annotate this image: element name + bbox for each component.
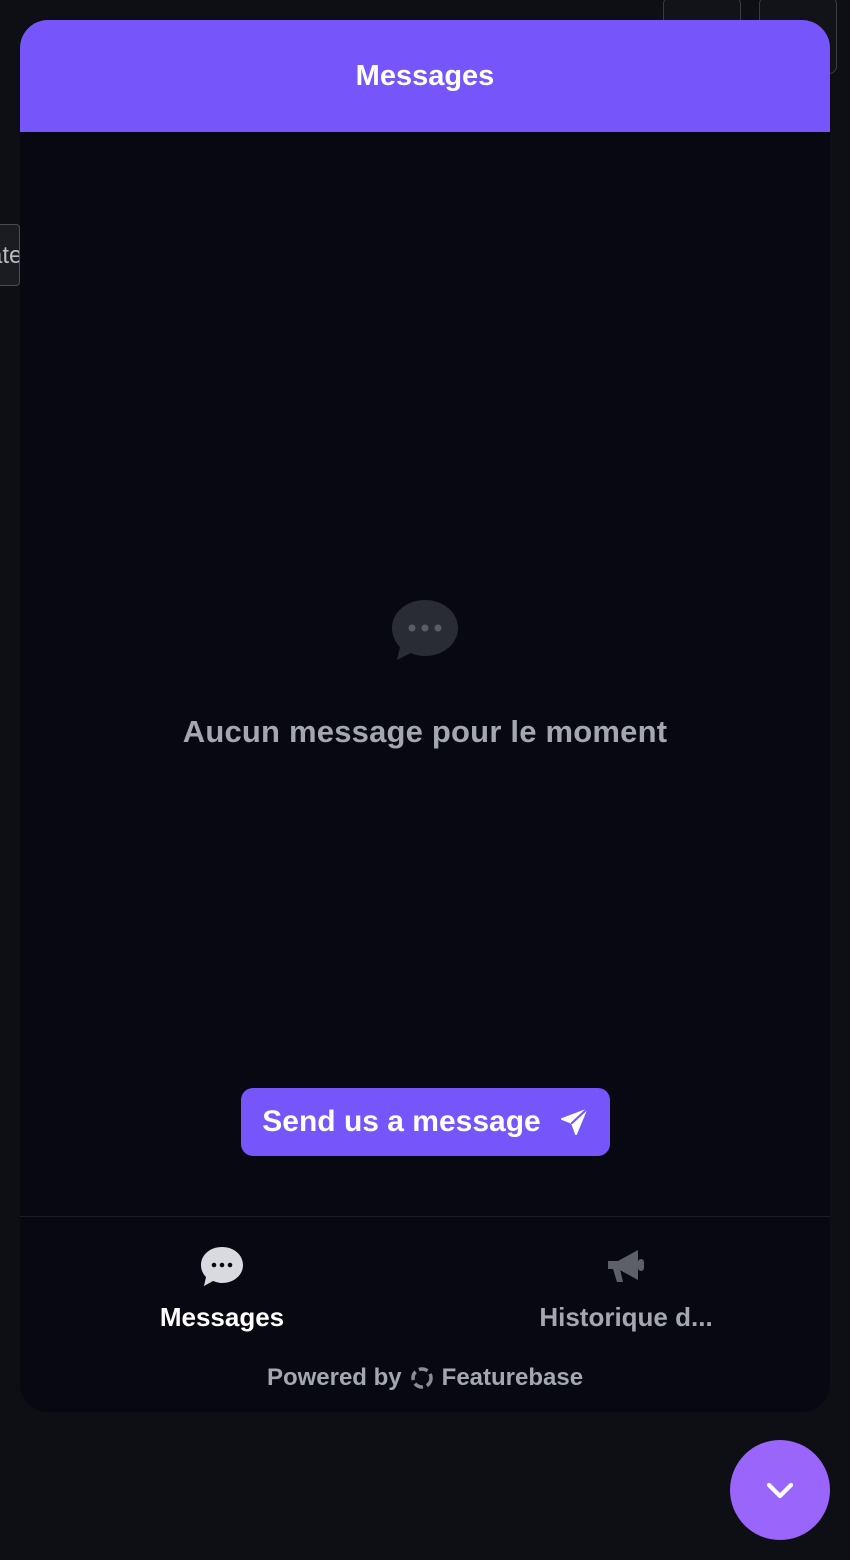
- megaphone-icon: [608, 1250, 644, 1282]
- background-tab-label: ate: [0, 242, 19, 269]
- tab-messages-label: Messages: [159, 1302, 285, 1332]
- widget-title: Messages: [355, 59, 495, 92]
- tab-history-label: Historique d...: [539, 1302, 713, 1332]
- chevron-down-icon: [766, 1482, 794, 1499]
- empty-state-text: Aucun message pour le moment: [182, 714, 668, 749]
- powered-by[interactable]: Powered by Featurebase: [20, 1364, 830, 1392]
- tab-history[interactable]: Historique d...: [476, 1246, 776, 1333]
- widget-header: Messages: [20, 20, 830, 132]
- messages-widget: Messages Aucun message pour le moment Se…: [20, 20, 830, 1412]
- nav-divider: [20, 1216, 830, 1217]
- background-tab: ate: [0, 224, 20, 286]
- toggle-widget-button[interactable]: [730, 1440, 830, 1540]
- empty-state: Aucun message pour le moment: [20, 598, 830, 750]
- chat-bubble-icon: [201, 1247, 243, 1286]
- send-message-button[interactable]: Send us a message: [241, 1088, 610, 1156]
- send-message-label: Send us a message: [262, 1105, 541, 1138]
- chat-bubble-icon: [392, 600, 458, 660]
- featurebase-logo-icon: [410, 1367, 433, 1389]
- powered-by-prefix: Powered by: [266, 1364, 402, 1391]
- powered-by-brand: Featurebase: [441, 1364, 584, 1391]
- tab-messages[interactable]: Messages: [72, 1246, 372, 1333]
- paper-plane-icon: [560, 1108, 587, 1135]
